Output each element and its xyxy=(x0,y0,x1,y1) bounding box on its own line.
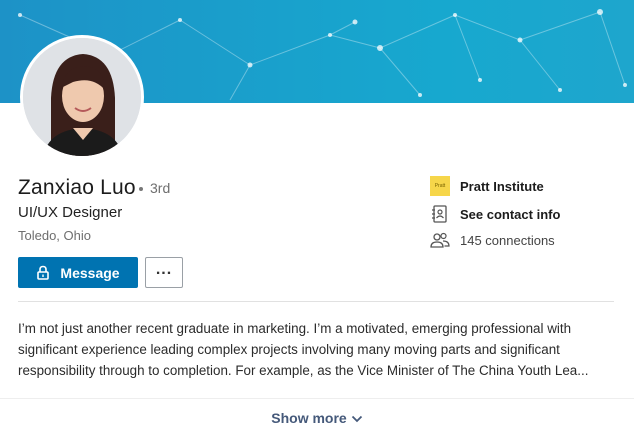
profile-photo[interactable] xyxy=(20,35,144,159)
section-divider xyxy=(18,301,614,302)
school-link[interactable]: Pratt Pratt Institute xyxy=(430,176,544,196)
school-logo-text: Pratt xyxy=(434,183,446,189)
message-button-label: Message xyxy=(60,264,120,281)
more-actions-label: ... xyxy=(155,260,173,278)
profile-headline: UI/UX Designer xyxy=(18,204,123,221)
message-button[interactable]: Message xyxy=(18,257,138,288)
chevron-down-icon xyxy=(351,416,362,423)
people-icon xyxy=(430,232,450,248)
show-more-button[interactable]: Show more xyxy=(0,410,634,426)
connection-degree: 3rd xyxy=(139,180,170,196)
connections-count: 145 connections xyxy=(460,232,555,248)
school-logo-icon: Pratt xyxy=(430,176,450,196)
lock-icon xyxy=(37,265,50,280)
profile-location: Toledo, Ohio xyxy=(18,228,91,243)
separator-dot xyxy=(139,187,143,192)
contact-info-link[interactable]: See contact info xyxy=(430,204,560,224)
profile-summary: I’m not just another recent graduate in … xyxy=(18,321,589,378)
degree-label: 3rd xyxy=(150,180,171,196)
more-actions-button[interactable]: ... xyxy=(145,257,183,288)
school-name: Pratt Institute xyxy=(460,178,544,194)
profile-name: Zanxiao Luo xyxy=(18,176,136,199)
connections-link[interactable]: 145 connections xyxy=(430,231,555,249)
contact-info-label: See contact info xyxy=(460,206,561,222)
show-more-label: Show more xyxy=(271,410,347,426)
contact-card-icon xyxy=(432,205,447,223)
avatar-portrait xyxy=(23,38,141,156)
summary-divider xyxy=(0,398,634,399)
